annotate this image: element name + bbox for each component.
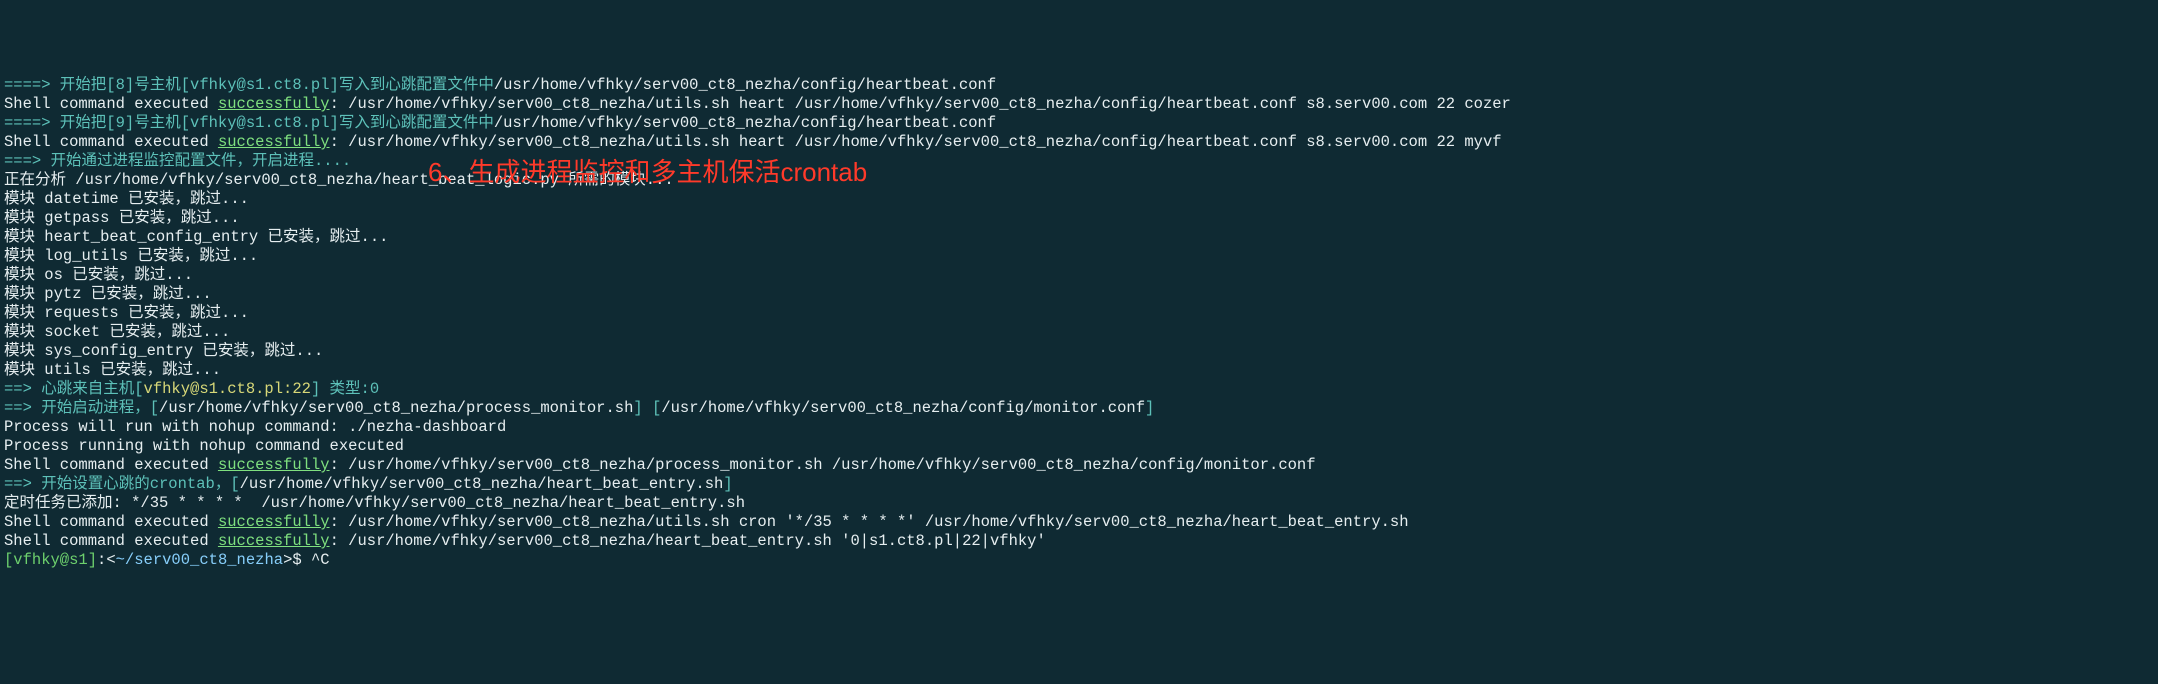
terminal-line: Shell command executed successfully: /us… [4,513,2154,532]
terminal-text-segment: /usr/home/vfhky/serv00_ct8_nezha/config/… [494,76,996,94]
terminal-line: 模块 datetime 已安装，跳过... [4,190,2154,209]
terminal-text-segment: Shell command executed [4,133,218,151]
terminal-text-segment: 模块 utils 已安装，跳过... [4,361,221,379]
terminal-text-segment: ==> 心跳来自主机[ [4,380,144,398]
terminal-text-segment: ====> 开始把[8]号主机[vfhky@s1.ct8.pl]写入到心跳配置文… [4,76,494,94]
terminal-text-segment: 模块 sys_config_entry 已安装，跳过... [4,342,323,360]
terminal-text-segment: /usr/home/vfhky/serv00_ct8_nezha/heart_b… [240,475,724,493]
terminal-text-segment: ] [ [633,399,661,417]
terminal-text-segment: 定时任务已添加: */35 * * * * /usr/home/vfhky/se… [4,494,745,512]
terminal-line: ===> 开始通过进程监控配置文件，开启进程.... [4,152,2154,171]
terminal-text-segment: /usr/home/vfhky/serv00_ct8_nezha/config/… [661,399,1145,417]
terminal-line: 模块 pytz 已安装，跳过... [4,285,2154,304]
terminal-text-segment: 模块 heart_beat_config_entry 已安装，跳过... [4,228,388,246]
terminal-text-segment: successfully [218,513,330,531]
terminal-line: 模块 sys_config_entry 已安装，跳过... [4,342,2154,361]
terminal-line: ====> 开始把[9]号主机[vfhky@s1.ct8.pl]写入到心跳配置文… [4,114,2154,133]
terminal-line: Shell command executed successfully: /us… [4,456,2154,475]
terminal-text-segment: 正在分析 /usr/home/vfhky/serv00_ct8_nezha/he… [4,171,674,189]
terminal-line: Shell command executed successfully: /us… [4,133,2154,152]
terminal-text-segment: 模块 getpass 已安装，跳过... [4,209,240,227]
terminal-line: Shell command executed successfully: /us… [4,95,2154,114]
terminal-text-segment: vfhky@s1.ct8.pl:22 [144,380,311,398]
terminal-line: 正在分析 /usr/home/vfhky/serv00_ct8_nezha/he… [4,171,2154,190]
terminal-line: 模块 os 已安装，跳过... [4,266,2154,285]
terminal-text-segment: successfully [218,133,330,151]
terminal-line: Process running with nohup command execu… [4,437,2154,456]
terminal-text-segment: : /usr/home/vfhky/serv00_ct8_nezha/heart… [330,532,1046,550]
terminal-text-segment: Process running with nohup command execu… [4,437,404,455]
terminal-line: ====> 开始把[8]号主机[vfhky@s1.ct8.pl]写入到心跳配置文… [4,76,2154,95]
terminal-text-segment: successfully [218,532,330,550]
terminal-text-segment: [vfhky@s1] [4,551,97,569]
terminal-text-segment: successfully [218,95,330,113]
terminal-line: 模块 log_utils 已安装，跳过... [4,247,2154,266]
terminal-line: 模块 heart_beat_config_entry 已安装，跳过... [4,228,2154,247]
terminal-output[interactable]: ====> 开始把[8]号主机[vfhky@s1.ct8.pl]写入到心跳配置文… [4,76,2154,570]
terminal-line: Shell command executed successfully: /us… [4,532,2154,551]
terminal-text-segment: successfully [218,456,330,474]
terminal-text-segment: 模块 datetime 已安装，跳过... [4,190,249,208]
terminal-text-segment: Process will run with nohup command: ./n… [4,418,506,436]
terminal-line: 模块 getpass 已安装，跳过... [4,209,2154,228]
terminal-text-segment: : /usr/home/vfhky/serv00_ct8_nezha/utils… [330,513,1409,531]
terminal-line: 模块 utils 已安装，跳过... [4,361,2154,380]
terminal-text-segment: Shell command executed [4,532,218,550]
terminal-text-segment: 模块 pytz 已安装，跳过... [4,285,212,303]
terminal-text-segment: ] [723,475,732,493]
terminal-text-segment: ==> 开始启动进程，[ [4,399,159,417]
terminal-text-segment: ===> 开始通过进程监控配置文件，开启进程.... [4,152,351,170]
terminal-text-segment: >$ ^C [283,551,330,569]
terminal-line: [vfhky@s1]:<~/serv00_ct8_nezha>$ ^C [4,551,2154,570]
terminal-text-segment: 模块 os 已安装，跳过... [4,266,193,284]
terminal-text-segment: ] 类型:0 [311,380,379,398]
terminal-text-segment: Shell command executed [4,95,218,113]
terminal-text-segment: : /usr/home/vfhky/serv00_ct8_nezha/utils… [330,133,1502,151]
terminal-line: ==> 开始设置心跳的crontab，[/usr/home/vfhky/serv… [4,475,2154,494]
terminal-line: ==> 开始启动进程，[/usr/home/vfhky/serv00_ct8_n… [4,399,2154,418]
terminal-text-segment: :< [97,551,116,569]
terminal-text-segment: Shell command executed [4,456,218,474]
terminal-line: 定时任务已添加: */35 * * * * /usr/home/vfhky/se… [4,494,2154,513]
terminal-text-segment: ====> 开始把[9]号主机[vfhky@s1.ct8.pl]写入到心跳配置文… [4,114,494,132]
terminal-text-segment: : /usr/home/vfhky/serv00_ct8_nezha/proce… [330,456,1316,474]
terminal-line: 模块 requests 已安装，跳过... [4,304,2154,323]
terminal-text-segment: /usr/home/vfhky/serv00_ct8_nezha/config/… [494,114,996,132]
terminal-text-segment: ] [1145,399,1154,417]
terminal-text-segment: 模块 socket 已安装，跳过... [4,323,230,341]
terminal-text-segment: : /usr/home/vfhky/serv00_ct8_nezha/utils… [330,95,1511,113]
terminal-text-segment: ~/serv00_ct8_nezha [116,551,283,569]
terminal-text-segment: 模块 log_utils 已安装，跳过... [4,247,258,265]
terminal-text-segment: 模块 requests 已安装，跳过... [4,304,249,322]
terminal-text-segment: /usr/home/vfhky/serv00_ct8_nezha/process… [159,399,633,417]
terminal-line: Process will run with nohup command: ./n… [4,418,2154,437]
terminal-line: ==> 心跳来自主机[vfhky@s1.ct8.pl:22] 类型:0 [4,380,2154,399]
terminal-text-segment: ==> 开始设置心跳的crontab，[ [4,475,240,493]
terminal-line: 模块 socket 已安装，跳过... [4,323,2154,342]
terminal-text-segment: Shell command executed [4,513,218,531]
